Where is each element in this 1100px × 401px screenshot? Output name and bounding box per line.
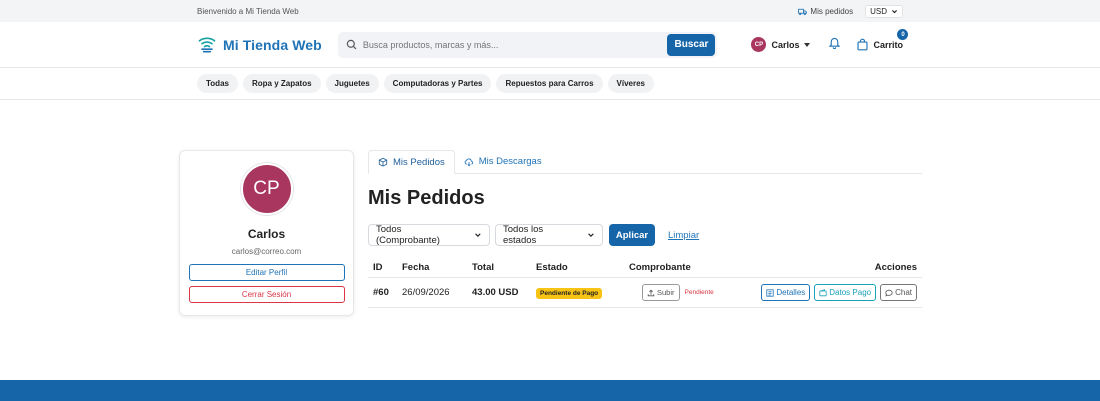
shopping-bag-icon <box>857 38 869 51</box>
tab-my-orders[interactable]: Mis Pedidos <box>368 150 455 174</box>
category-chip-groceries[interactable]: Víveres <box>607 74 654 93</box>
profile-avatar: CP <box>240 163 293 215</box>
tab-my-downloads-label: Mis Descargas <box>478 156 542 167</box>
chevron-down-icon <box>588 233 594 238</box>
truck-icon <box>798 8 808 15</box>
upload-receipt-button[interactable]: Subir <box>642 284 680 301</box>
profile-name: Carlos <box>247 227 286 241</box>
header-total: Total <box>472 261 494 273</box>
order-date: 26/09/2026 <box>402 287 450 298</box>
bell-icon <box>829 37 841 49</box>
currency-value: USD <box>870 6 887 16</box>
status-badge: Pendiente de Pago <box>536 287 603 299</box>
chat-icon <box>885 289 893 296</box>
user-name: Carlos <box>771 39 800 50</box>
top-bar: Bienvenido a Mi Tienda Web Mis pedidos U… <box>0 0 1100 22</box>
top-bar-right: Mis pedidos USD <box>798 4 903 18</box>
category-chip-clothing[interactable]: Ropa y Zapatos <box>242 74 321 93</box>
status-filter-value: Todos los estados <box>503 224 544 246</box>
logout-button[interactable]: Cerrar Sesión <box>188 286 345 303</box>
header-date: Fecha <box>402 261 430 273</box>
store-wifi-icon <box>198 37 216 53</box>
search-input[interactable] <box>362 39 663 50</box>
payment-info-label: Datos Pago <box>829 288 872 297</box>
tab-my-downloads[interactable]: Mis Descargas <box>455 150 551 173</box>
edit-profile-button[interactable]: Editar Perfil <box>188 264 345 281</box>
currency-select[interactable]: USD <box>865 4 903 18</box>
payment-info-button[interactable]: Datos Pago <box>814 284 877 301</box>
header-receipt: Comprobante <box>629 261 691 273</box>
chat-button[interactable]: Chat <box>880 284 917 301</box>
tabs: Mis Pedidos Mis Descargas <box>368 150 922 174</box>
details-button-label: Detalles <box>776 288 806 297</box>
logo[interactable]: Mi Tienda Web <box>197 35 337 55</box>
search-bar: Buscar <box>337 31 718 58</box>
footer-band <box>0 380 1100 401</box>
receipt-filter-value: Todos (Comprobante) <box>376 224 440 246</box>
orders-link-label: Mis pedidos <box>810 6 854 16</box>
cart-count-badge: 0 <box>897 29 909 40</box>
cart-button[interactable]: Carrito 0 <box>856 29 909 51</box>
category-chip-computers[interactable]: Computadoras y Partes <box>383 74 492 93</box>
status-filter-select[interactable]: Todos los estados <box>495 224 603 246</box>
header-actions: Acciones <box>874 261 917 273</box>
category-bar: Todas Ropa y Zapatos Juguetes Computador… <box>0 68 1100 100</box>
category-chip-car-parts[interactable]: Repuestos para Carros <box>496 74 603 93</box>
order-status-cell: Pendiente de Pago <box>536 287 629 299</box>
category-chip-toys[interactable]: Juguetes <box>325 74 379 93</box>
cart-label: Carrito <box>873 39 903 50</box>
page-title: Mis Pedidos <box>368 187 485 209</box>
cloud-download-icon <box>464 158 473 166</box>
search-icon <box>346 39 357 50</box>
header-status: Estado <box>536 261 568 273</box>
wallet-icon <box>819 288 827 296</box>
details-button[interactable]: Detalles <box>761 284 811 301</box>
receipt-filter-select[interactable]: Todos (Comprobante) <box>368 224 490 246</box>
receipt-status: Pendiente <box>684 289 714 296</box>
chat-button-label: Chat <box>895 288 912 297</box>
actions-cell: Detalles Datos Pago Chat <box>749 284 922 301</box>
logo-text: Mi Tienda Web <box>223 36 322 53</box>
category-chip-all[interactable]: Todas <box>197 74 238 93</box>
orders-table: ID Fecha Total Estado Comprobante Accion… <box>368 257 922 308</box>
box-icon <box>378 157 388 167</box>
main-header: Mi Tienda Web Buscar CP Carlos Carrito 0 <box>0 22 1100 68</box>
filters: Todos (Comprobante) Todos los estados Ap… <box>368 224 699 246</box>
notifications-button[interactable] <box>828 36 841 54</box>
profile-card: CP Carlos carlos@correo.com Editar Perfi… <box>179 150 354 316</box>
search-button[interactable]: Buscar <box>667 33 716 56</box>
profile-email: carlos@correo.com <box>231 247 302 256</box>
caret-down-icon <box>804 42 811 47</box>
tab-my-orders-label: Mis Pedidos <box>393 156 445 168</box>
clear-filters-link[interactable]: Limpiar <box>668 230 699 241</box>
main-content: CP Carlos carlos@correo.com Editar Perfi… <box>0 100 1100 380</box>
upload-receipt-label: Subir <box>657 288 675 297</box>
chevron-down-icon <box>892 9 897 13</box>
upload-icon <box>647 289 655 296</box>
table-row: #60 26/09/2026 43.00 USD Pendiente de Pa… <box>368 278 922 308</box>
header-id: ID <box>373 261 383 273</box>
order-id: #60 <box>373 287 389 298</box>
user-menu[interactable]: CP Carlos <box>751 37 811 52</box>
apply-filters-button[interactable]: Aplicar <box>609 224 655 246</box>
avatar: CP <box>751 37 767 52</box>
order-total: 43.00 USD <box>472 287 519 298</box>
receipt-cell: Subir Pendiente <box>629 284 749 301</box>
table-header: ID Fecha Total Estado Comprobante Accion… <box>368 257 922 278</box>
chevron-down-icon <box>475 233 481 237</box>
orders-link[interactable]: Mis pedidos <box>798 7 853 16</box>
welcome-text: Bienvenido a Mi Tienda Web <box>197 6 299 16</box>
list-icon <box>766 288 774 297</box>
